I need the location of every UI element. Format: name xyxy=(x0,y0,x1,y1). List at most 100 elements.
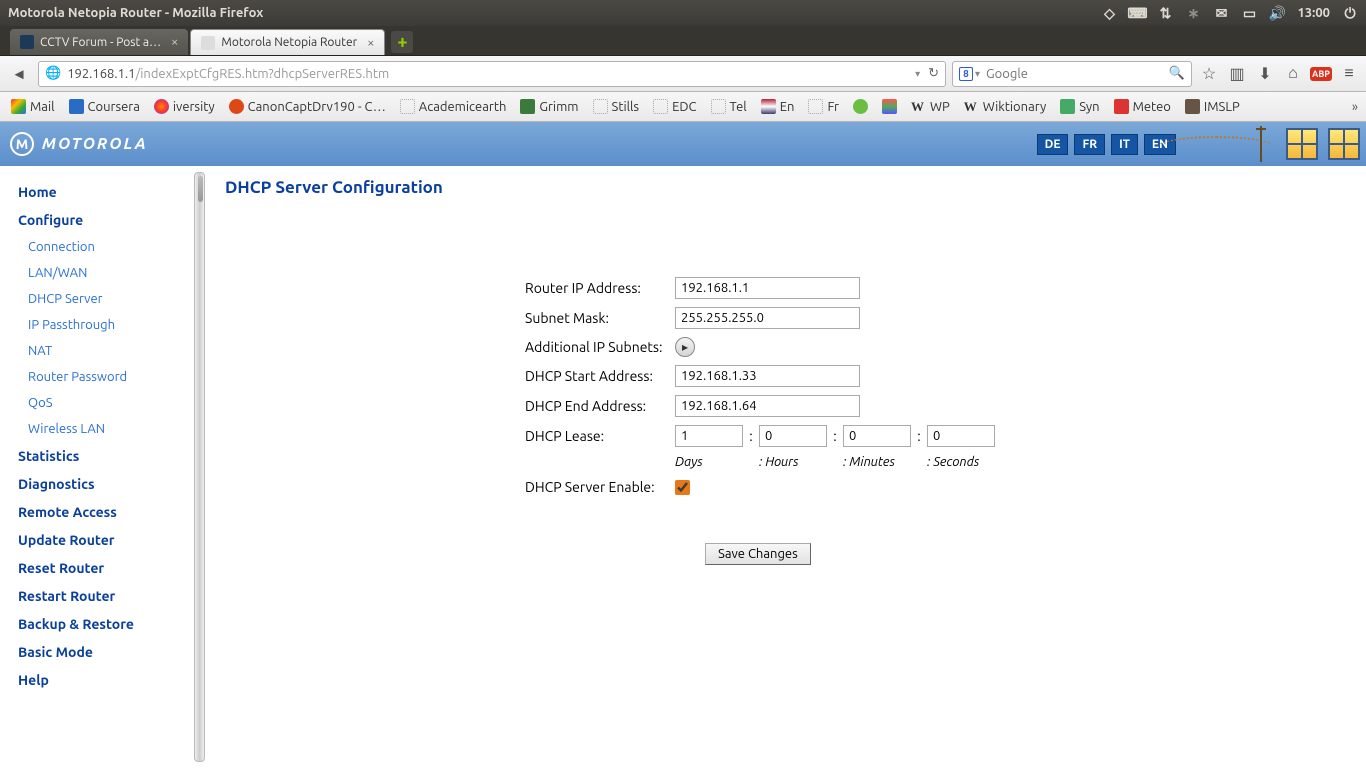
nav-wlan[interactable]: Wireless LAN xyxy=(18,416,205,442)
bookmark-syn[interactable]: Syn xyxy=(1057,97,1102,116)
label-ip: Router IP Address: xyxy=(525,280,675,296)
volume-icon[interactable]: 🔊 xyxy=(1269,5,1285,21)
bookmark-stills[interactable]: Stills xyxy=(590,97,643,116)
nav-rpass[interactable]: Router Password xyxy=(18,364,205,390)
network-icon[interactable]: ⇅ xyxy=(1157,5,1173,21)
tab-label: Motorola Netopia Router xyxy=(221,36,357,49)
back-button[interactable]: ◄ xyxy=(6,61,32,87)
save-button[interactable]: Save Changes xyxy=(705,543,811,565)
nav-remote[interactable]: Remote Access xyxy=(18,498,205,526)
label-start: DHCP Start Address: xyxy=(525,368,675,384)
nav-configure[interactable]: Configure xyxy=(18,206,205,234)
bookmark-canon[interactable]: CanonCaptDrv190 - C… xyxy=(226,97,389,116)
input-subnet-mask[interactable] xyxy=(675,307,860,329)
chevron-down-icon[interactable]: ▾ xyxy=(915,68,920,80)
nav-backup[interactable]: Backup & Restore xyxy=(18,610,205,638)
label-subnets: Additional IP Subnets: xyxy=(525,339,675,355)
motorola-roundel-icon xyxy=(10,132,34,156)
nav-help[interactable]: Help xyxy=(18,666,205,694)
input-router-ip[interactable] xyxy=(675,277,860,299)
unit-days: Days xyxy=(675,455,759,469)
bookmark-imslp[interactable]: IMSLP xyxy=(1182,97,1243,116)
bookmark-grimm[interactable]: Grimm xyxy=(517,97,581,116)
lang-it[interactable]: IT xyxy=(1111,134,1138,155)
bookmark-iversity[interactable]: iversity xyxy=(151,97,218,116)
nav-update[interactable]: Update Router xyxy=(18,526,205,554)
checkbox-dhcp-enable[interactable] xyxy=(675,480,690,495)
input-lease-days[interactable] xyxy=(675,425,743,447)
power-icon[interactable]: ⏻ xyxy=(1342,5,1358,21)
nav-nat[interactable]: NAT xyxy=(18,338,205,364)
bookmark-eco[interactable] xyxy=(850,97,871,116)
input-lease-hours[interactable] xyxy=(759,425,827,447)
battery-icon[interactable]: ▭ xyxy=(1241,5,1257,21)
close-icon[interactable]: × xyxy=(171,35,178,49)
bookmark-wp[interactable]: WWP xyxy=(908,97,953,116)
bookmark-mail[interactable]: Mail xyxy=(8,97,58,116)
nav-diagnostics[interactable]: Diagnostics xyxy=(18,470,205,498)
nav-statistics[interactable]: Statistics xyxy=(18,442,205,470)
motorola-logo[interactable]: MOTOROLA xyxy=(10,132,148,156)
page-icon xyxy=(593,99,608,114)
tab-label: CCTV Forum - Post a… xyxy=(40,36,161,49)
clock[interactable]: 13:00 xyxy=(1297,6,1330,20)
bookmark-wiktionary[interactable]: WWiktionary xyxy=(961,97,1049,116)
bookmark-academicearth[interactable]: Academicearth xyxy=(397,97,510,116)
bluetooth-icon[interactable]: ∗ xyxy=(1185,5,1201,21)
colon: : xyxy=(827,428,843,444)
nav-ippass[interactable]: IP Passthrough xyxy=(18,312,205,338)
tab-router[interactable]: Motorola Netopia Router × xyxy=(190,29,385,55)
bookmark-edc[interactable]: EDC xyxy=(650,97,699,116)
search-icon[interactable]: 🔍 xyxy=(1169,66,1185,81)
nav-lanwan[interactable]: LAN/WAN xyxy=(18,260,205,286)
lang-fr[interactable]: FR xyxy=(1074,134,1105,155)
reload-icon[interactable]: ↻ xyxy=(928,66,939,81)
iversity-icon xyxy=(154,99,169,114)
nav-restart[interactable]: Restart Router xyxy=(18,582,205,610)
nav-connection[interactable]: Connection xyxy=(18,234,205,260)
bookmark-en[interactable]: En xyxy=(758,97,798,116)
bookmark-tel[interactable]: Tel xyxy=(708,97,750,116)
bookmark-coursera[interactable]: Coursera xyxy=(66,97,143,116)
favicon-icon xyxy=(201,36,215,50)
input-lease-seconds[interactable] xyxy=(927,425,995,447)
adblock-icon[interactable]: ABP xyxy=(1310,63,1332,85)
bookmark-fr[interactable]: Fr xyxy=(805,97,842,116)
imslp-icon xyxy=(1185,99,1200,114)
lang-de[interactable]: DE xyxy=(1037,134,1069,155)
library-icon[interactable]: ▥ xyxy=(1226,63,1248,85)
leaf-icon xyxy=(853,99,868,114)
unit-hours: : Hours xyxy=(759,455,843,469)
address-bar[interactable]: 🌐 192.168.1.1 /indexExptCfgRES.htm?dhcpS… xyxy=(38,61,946,87)
mail-icon[interactable]: ✉ xyxy=(1213,5,1229,21)
bookmark-map[interactable] xyxy=(879,97,900,116)
input-dhcp-end[interactable] xyxy=(675,395,860,417)
nav-qos[interactable]: QoS xyxy=(18,390,205,416)
keyboard-icon[interactable]: ⌨ xyxy=(1129,5,1145,21)
label-mask: Subnet Mask: xyxy=(525,310,675,326)
search-box[interactable]: 8 ▾ 🔍 xyxy=(952,61,1192,87)
bookmarks-overflow-icon[interactable]: » xyxy=(1352,100,1358,114)
downloads-icon[interactable]: ⬇ xyxy=(1254,63,1276,85)
input-dhcp-start[interactable] xyxy=(675,365,860,387)
nav-home[interactable]: Home xyxy=(18,178,205,206)
subnets-arrow-button[interactable]: ▸ xyxy=(675,337,695,357)
label-lease: DHCP Lease: xyxy=(525,428,675,444)
input-lease-minutes[interactable] xyxy=(843,425,911,447)
bookmark-star-icon[interactable]: ☆ xyxy=(1198,63,1220,85)
nav-dhcp[interactable]: DHCP Server xyxy=(18,286,205,312)
dropbox-icon[interactable]: ◇ xyxy=(1101,5,1117,21)
search-input[interactable] xyxy=(986,67,1169,81)
home-icon[interactable]: ⌂ xyxy=(1282,63,1304,85)
close-icon[interactable]: × xyxy=(367,36,374,50)
nav-basic[interactable]: Basic Mode xyxy=(18,638,205,666)
chevron-down-icon[interactable]: ▾ xyxy=(975,68,980,80)
tab-cctv[interactable]: CCTV Forum - Post a… × xyxy=(10,29,188,55)
page-icon xyxy=(808,99,823,114)
label-enable: DHCP Server Enable: xyxy=(525,479,675,495)
menu-icon[interactable]: ≡ xyxy=(1338,63,1360,85)
nav-reset[interactable]: Reset Router xyxy=(18,554,205,582)
browser-tabbar: CCTV Forum - Post a… × Motorola Netopia … xyxy=(0,26,1366,56)
new-tab-button[interactable]: + xyxy=(391,31,413,53)
bookmark-meteo[interactable]: Meteo xyxy=(1111,97,1174,116)
